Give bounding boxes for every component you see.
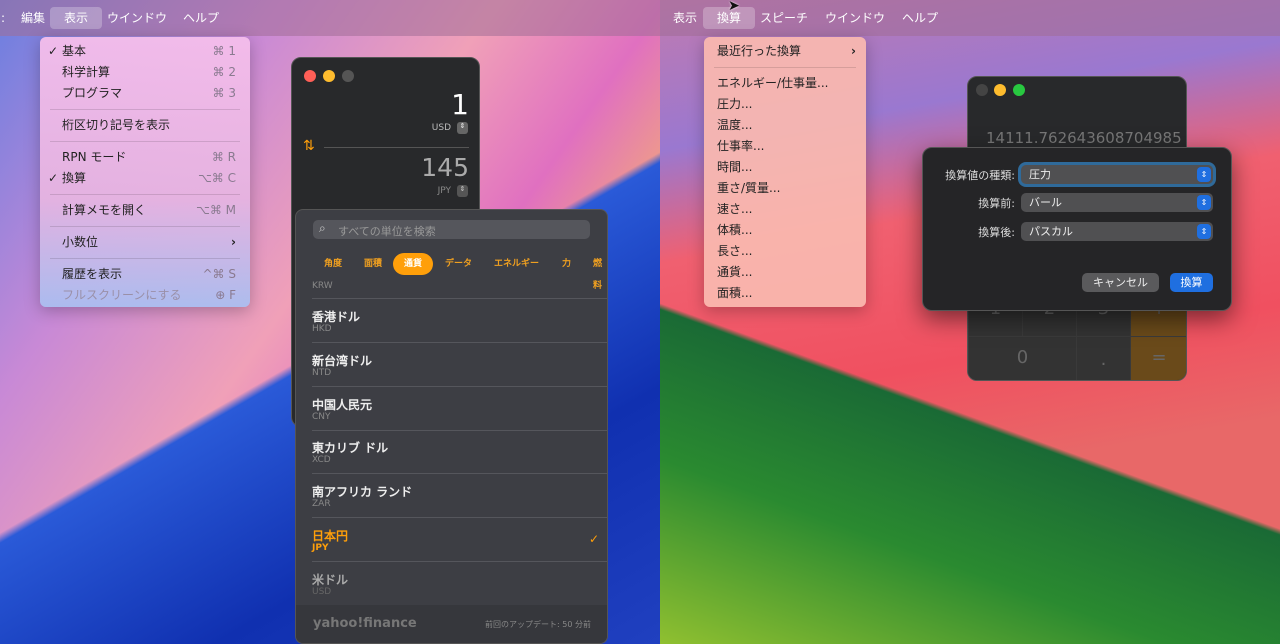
menu-bar: 表示 換算 スピーチ ウインドウ ヘルプ	[660, 0, 1280, 36]
close-button[interactable]	[976, 84, 988, 96]
convert-menu: 最近行った換算 › エネルギー/仕事量... 圧力... 温度... 仕事率...…	[704, 37, 866, 307]
key-0[interactable]: 0	[968, 336, 1077, 380]
menu-item-time[interactable]: 時間...	[704, 157, 866, 178]
menu-item-history[interactable]: 履歴を表示 ^⌘ S	[40, 264, 250, 285]
bottom-value: 145	[421, 153, 469, 182]
menu-item-memo[interactable]: 計算メモを開く ⌥⌘ M	[40, 200, 250, 221]
menu-item-temperature[interactable]: 温度...	[704, 115, 866, 136]
menu-item-volume[interactable]: 体積...	[704, 220, 866, 241]
menu-partial[interactable]: :	[0, 7, 12, 29]
minimize-button[interactable]	[994, 84, 1006, 96]
divider	[324, 147, 469, 148]
divider	[50, 258, 240, 259]
menu-item-separators[interactable]: 桁区切り記号を表示	[40, 115, 250, 136]
menu-item-pressure[interactable]: 圧力...	[704, 94, 866, 115]
stepper-icon: ⇕	[1197, 224, 1211, 239]
list-item[interactable]: KRW	[312, 254, 607, 299]
swap-icon[interactable]: ⇅	[303, 138, 315, 154]
menu-item-basic[interactable]: ✓ 基本 ⌘ 1	[40, 41, 250, 62]
close-button[interactable]	[304, 70, 316, 82]
search-icon: ⌕	[319, 221, 326, 235]
chevron-right-icon: ›	[851, 44, 856, 58]
menu-window[interactable]: ウインドウ	[818, 7, 892, 29]
to-label: 換算後:	[978, 226, 1015, 239]
last-update: 前回のアップデート: 50 分前	[485, 620, 591, 629]
list-item[interactable]: 東カリブ ドル XCD	[312, 430, 607, 474]
bottom-unit: JPY	[437, 186, 451, 196]
divider	[50, 194, 240, 195]
stepper-icon: ⇕	[1197, 195, 1211, 210]
chevron-right-icon: ›	[231, 235, 236, 249]
menu-item-length[interactable]: 長さ...	[704, 241, 866, 262]
right-desktop: 表示 換算 スピーチ ウインドウ ヘルプ 最近行った換算 › エネルギー/仕事量.…	[660, 0, 1280, 644]
type-label: 換算値の種類:	[945, 169, 1015, 182]
search-input[interactable]: ⌕ すべての単位を検索	[313, 220, 590, 239]
divider	[50, 109, 240, 110]
menu-item-energy[interactable]: エネルギー/仕事量...	[704, 73, 866, 94]
menu-item-area[interactable]: 面積...	[704, 283, 866, 304]
list-item[interactable]: 中国人民元 CNY	[312, 387, 607, 431]
conversion-dialog: 換算値の種類: 圧力 ⇕ 換算前: バール ⇕ 換算後: パスカル ⇕ キャンセル 換…	[922, 147, 1232, 311]
menu-window[interactable]: ウインドウ	[100, 7, 174, 29]
list-item[interactable]: 香港ドル HKD	[312, 299, 607, 343]
menu-item-weight[interactable]: 重さ/質量...	[704, 178, 866, 199]
top-unit-stepper-icon[interactable]: ⇕	[457, 122, 468, 134]
popover-footer: yahoo!finance 前回のアップデート: 50 分前	[296, 605, 607, 643]
list-item-selected[interactable]: 日本円 JPY ✓	[312, 518, 607, 562]
key-equals[interactable]: =	[1130, 336, 1186, 380]
menu-item-conversion[interactable]: ✓ 換算 ⌥⌘ C	[40, 168, 250, 189]
from-label: 換算前:	[978, 197, 1015, 210]
menu-speech[interactable]: スピーチ	[753, 7, 815, 29]
divider	[714, 67, 856, 68]
check-icon: ✓	[48, 171, 59, 185]
list-item[interactable]: 新台湾ドル NTD	[312, 343, 607, 387]
divider	[50, 141, 240, 142]
menu-item-speed[interactable]: 速さ...	[704, 199, 866, 220]
list-item[interactable]: 米ドル USD	[312, 562, 607, 606]
menu-item-rpn[interactable]: RPN モード ⌘ R	[40, 147, 250, 168]
type-select[interactable]: 圧力 ⇕	[1021, 165, 1213, 184]
zoom-button[interactable]	[1013, 84, 1025, 96]
top-unit: USD	[431, 123, 451, 133]
menu-item-fullscreen: フルスクリーンにする ⊕ F	[62, 288, 236, 302]
zoom-button[interactable]	[342, 70, 354, 82]
menu-item-currency[interactable]: 通貨...	[704, 262, 866, 283]
convert-button[interactable]: 換算	[1170, 273, 1213, 292]
minimize-button[interactable]	[323, 70, 335, 82]
menu-item-recent[interactable]: 最近行った換算 ›	[704, 41, 866, 62]
display: 14111.762643608704985	[986, 129, 1182, 147]
list-item[interactable]: 南アフリカ ランド ZAR	[312, 474, 607, 518]
cancel-button[interactable]: キャンセル	[1082, 273, 1159, 292]
to-select[interactable]: パスカル ⇕	[1021, 222, 1213, 241]
divider	[50, 226, 240, 227]
yahoo-finance-logo: yahoo!finance	[313, 616, 417, 631]
key-decimal[interactable]: .	[1076, 336, 1131, 380]
from-select[interactable]: バール ⇕	[1021, 193, 1213, 212]
menu-help[interactable]: ヘルプ	[176, 7, 226, 29]
unit-picker-popover: ⌕ すべての単位を検索 角度 面積 通貨 データ エネルギー 力 燃料 KRW …	[295, 209, 608, 644]
mouse-cursor-icon: ➤	[728, 0, 740, 14]
left-desktop: : 編集 表示 ウインドウ ヘルプ ✓ 基本 ⌘ 1 科学計算 ⌘ 2 プログラマ ⌘ …	[0, 0, 660, 644]
menu-edit[interactable]: 編集	[14, 7, 52, 29]
top-value: 1	[451, 88, 469, 121]
bottom-unit-stepper-icon[interactable]: ⇕	[457, 185, 468, 197]
menu-view[interactable]: 表示	[666, 7, 704, 29]
menu-bar: : 編集 表示 ウインドウ ヘルプ	[0, 0, 660, 36]
menu-item-scientific[interactable]: 科学計算 ⌘ 2	[40, 62, 250, 83]
view-menu: ✓ 基本 ⌘ 1 科学計算 ⌘ 2 プログラマ ⌘ 3 桁区切り記号を表示 RPN モー…	[40, 37, 250, 307]
check-icon: ✓	[48, 44, 59, 58]
menu-item-power[interactable]: 仕事率...	[704, 136, 866, 157]
menu-item-programmer[interactable]: プログラマ ⌘ 3	[40, 83, 250, 104]
check-icon: ✓	[588, 532, 599, 546]
menu-item-decimals[interactable]: 小数位 ›	[40, 232, 250, 253]
menu-view[interactable]: 表示	[50, 7, 102, 29]
menu-help[interactable]: ヘルプ	[895, 7, 945, 29]
stepper-icon: ⇕	[1197, 167, 1211, 182]
